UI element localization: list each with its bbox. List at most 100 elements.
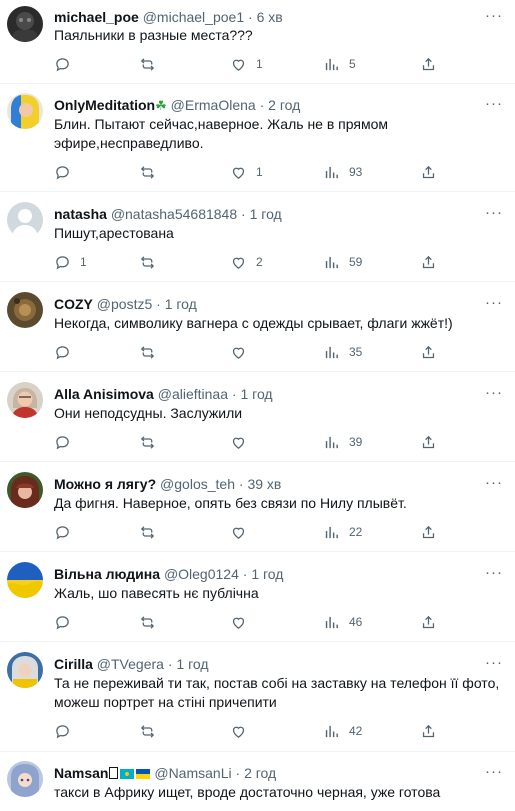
views-button[interactable]: 35 [323,342,362,362]
avatar[interactable] [7,6,43,42]
timestamp[interactable]: 1 год [240,386,272,402]
reply-icon [56,724,69,738]
retweet-button[interactable] [139,252,165,272]
more-icon[interactable]: ··· [485,655,503,670]
tweet[interactable]: Можно я лягу? @golos_teh · 39 хв ··· Да … [0,462,515,552]
views-button[interactable]: 22 [323,522,362,542]
reply-button[interactable]: 1 [54,252,87,272]
avatar[interactable] [7,761,43,797]
more-icon[interactable]: ··· [485,385,503,400]
share-button[interactable] [420,432,437,452]
tweet-header: Cirilla @TVegera · 1 год [54,655,485,673]
display-name[interactable]: Alla Anisimova [54,386,154,402]
retweet-button[interactable] [139,522,165,542]
tweet[interactable]: Namsan @NamsanLi · 2 год ··· такси в Афр… [0,752,515,811]
views-button[interactable]: 39 [323,432,362,452]
tweet[interactable]: COZY @postz5 · 1 год ··· Некогда, символ… [0,282,515,372]
timestamp[interactable]: 1 год [176,656,208,672]
share-button[interactable] [420,721,437,741]
like-button[interactable] [230,612,256,632]
more-icon[interactable]: ··· [485,764,503,779]
display-name[interactable]: Cirilla [54,656,93,672]
share-button[interactable] [420,162,437,182]
display-name[interactable]: Вільна людина [54,566,160,582]
timestamp[interactable]: 1 год [165,296,197,312]
retweet-button[interactable] [139,612,165,632]
reply-button[interactable] [54,612,80,632]
avatar[interactable] [7,472,43,508]
more-icon[interactable]: ··· [485,565,503,580]
views-button[interactable]: 46 [323,612,362,632]
display-name[interactable]: natasha [54,206,107,222]
more-icon[interactable]: ··· [485,295,503,310]
share-button[interactable] [420,54,437,74]
display-name[interactable]: OnlyMeditation [54,97,155,113]
tweet[interactable]: OnlyMeditation☘ @ErmaOlena · 2 год ··· Б… [0,84,515,192]
avatar[interactable] [7,382,43,418]
tweet[interactable]: Alla Anisimova @alieftinaa · 1 год ··· О… [0,372,515,462]
like-button[interactable] [230,522,256,542]
user-handle[interactable]: @ErmaOlena [171,97,256,113]
reply-button[interactable] [54,342,80,362]
like-icon [232,527,245,539]
like-button[interactable] [230,342,256,362]
more-icon[interactable]: ··· [485,475,503,490]
share-button[interactable] [420,522,437,542]
more-icon[interactable]: ··· [485,96,503,111]
tweet-text: Они неподсудны. Заслужили [54,405,243,421]
retweet-button[interactable] [139,342,165,362]
reply-button[interactable] [54,162,80,182]
timestamp[interactable]: 1 год [250,206,282,222]
like-button[interactable]: 1 [230,54,263,74]
user-handle[interactable]: @michael_poe1 [143,9,244,25]
more-icon[interactable]: ··· [485,205,503,220]
timestamp[interactable]: 1 год [251,566,283,582]
avatar[interactable] [7,652,43,688]
avatar[interactable] [7,562,43,598]
display-name[interactable]: COZY [54,296,93,312]
share-button[interactable] [420,612,437,632]
timestamp[interactable]: 2 год [244,765,276,781]
reply-button[interactable] [54,721,80,741]
retweet-button[interactable] [139,721,165,741]
tweet[interactable]: Вільна людина @Oleg0124 · 1 год ··· Жаль… [0,552,515,642]
display-name[interactable]: Можно я лягу? [54,476,156,492]
reply-button[interactable] [54,54,80,74]
user-handle[interactable]: @alieftinaa [158,386,228,402]
timestamp[interactable]: 39 хв [247,476,281,492]
like-button[interactable]: 1 [230,162,263,182]
display-name[interactable]: Namsan [54,765,108,781]
like-button[interactable] [230,721,256,741]
retweet-button[interactable] [139,432,165,452]
user-handle[interactable]: @NamsanLi [154,765,231,781]
reply-icon [56,57,69,71]
share-button[interactable] [420,342,437,362]
action-bar: 1 5 [54,54,437,74]
timestamp[interactable]: 2 год [268,97,300,113]
views-button[interactable]: 42 [323,721,362,741]
views-button[interactable]: 59 [323,252,362,272]
avatar[interactable] [7,292,43,328]
share-button[interactable] [420,252,437,272]
more-icon[interactable]: ··· [485,8,503,23]
user-handle[interactable]: @TVegera [97,656,164,672]
views-button[interactable]: 93 [323,162,362,182]
user-handle[interactable]: @natasha54681848 [111,206,237,222]
tweet[interactable]: michael_poe @michael_poe1 · 6 хв ··· Пая… [0,0,515,84]
retweet-button[interactable] [139,54,165,74]
display-name[interactable]: michael_poe [54,9,139,25]
views-button[interactable]: 5 [323,54,356,74]
user-handle[interactable]: @postz5 [97,296,152,312]
like-button[interactable]: 2 [230,252,263,272]
reply-button[interactable] [54,432,80,452]
retweet-button[interactable] [139,162,165,182]
tweet[interactable]: natasha @natasha54681848 · 1 год ··· Пиш… [0,192,515,282]
user-handle[interactable]: @golos_teh [160,476,235,492]
avatar[interactable] [7,93,43,129]
timestamp[interactable]: 6 хв [257,9,283,25]
avatar[interactable] [7,202,43,238]
tweet[interactable]: Cirilla @TVegera · 1 год ··· Та не переж… [0,642,515,752]
reply-button[interactable] [54,522,80,542]
like-button[interactable] [230,432,256,452]
user-handle[interactable]: @Oleg0124 [164,566,239,582]
